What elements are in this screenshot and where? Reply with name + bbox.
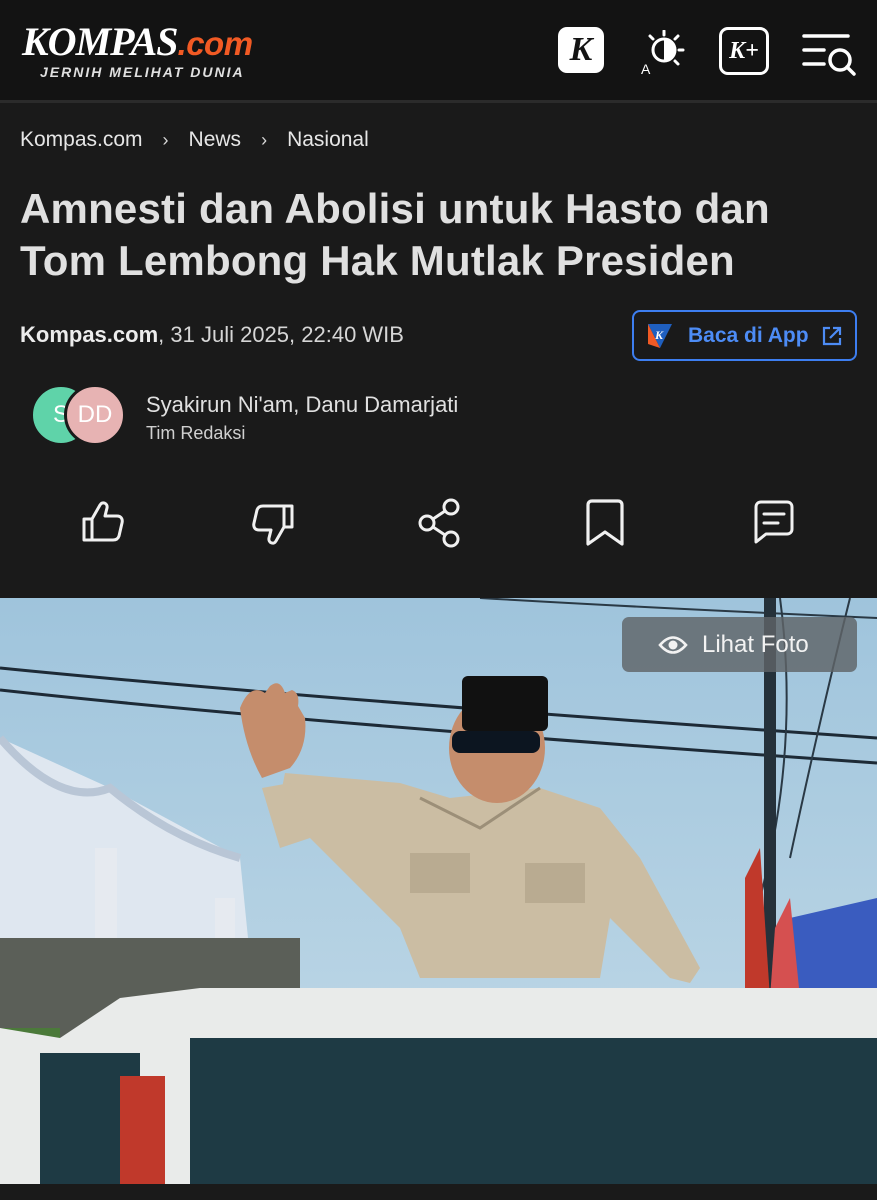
kompas-logo[interactable]: KOMPAS.com JERNIH MELIHAT DUNIA [22, 19, 254, 81]
article-actions [0, 495, 877, 555]
article-date: , 31 Juli 2025, 22:40 WIB [158, 322, 404, 347]
bottom-strip [0, 1184, 877, 1200]
logo-suffix: .com [177, 25, 254, 62]
photo-illustration [0, 598, 877, 1184]
read-in-app-label: Baca di App [688, 323, 809, 347]
chevron-right-icon: › [261, 129, 268, 150]
share-icon[interactable] [415, 495, 463, 551]
view-photo-label: Lihat Foto [702, 630, 809, 658]
kompas-k-icon[interactable]: K [558, 27, 604, 73]
read-in-app-button[interactable]: K Baca di App [632, 310, 857, 361]
breadcrumb-nasional[interactable]: Nasional [287, 128, 369, 152]
breadcrumb-news[interactable]: News [189, 128, 242, 152]
article-meta: Kompas.com, 31 Juli 2025, 22:40 WIB [20, 322, 404, 348]
title-line-1: Amnesti dan Abolisi untuk Hasto dan [20, 185, 770, 232]
avatar[interactable]: DD [64, 384, 126, 446]
logo-main-text: KOMPAS [22, 19, 179, 64]
dislike-icon[interactable] [248, 495, 296, 551]
title-line-2: Tom Lembong Hak Mutlak Presiden [20, 237, 735, 284]
avatar-initial: DD [77, 401, 113, 428]
contrast-icon[interactable]: A [638, 29, 686, 77]
k-label: K [569, 31, 593, 68]
article-source[interactable]: Kompas.com [20, 322, 158, 347]
kompas-plus-icon[interactable]: K+ [719, 27, 769, 75]
eye-icon [658, 635, 688, 654]
author-block: S DD Syakirun Ni'am, Danu Damarjati Tim … [30, 384, 630, 450]
logo-tagline: JERNIH MELIHAT DUNIA [40, 64, 245, 80]
chevron-right-icon: › [162, 129, 169, 150]
article-photo[interactable]: Lihat Foto [0, 598, 877, 1184]
kompas-app-icon: K [648, 323, 672, 348]
article-title: Amnesti dan Abolisi untuk Hasto dan Tom … [20, 183, 840, 287]
svg-text:A: A [641, 61, 651, 76]
author-team: Tim Redaksi [146, 423, 246, 443]
external-link-icon [822, 326, 842, 346]
svg-text:K: K [654, 328, 664, 342]
like-icon[interactable] [80, 495, 128, 551]
top-bar: KOMPAS.com JERNIH MELIHAT DUNIA K A K+ [0, 0, 877, 103]
breadcrumb-home[interactable]: Kompas.com [20, 128, 143, 152]
menu-search-icon[interactable] [802, 30, 858, 76]
breadcrumb: Kompas.com › News › Nasional [20, 128, 369, 152]
bookmark-icon[interactable] [582, 495, 630, 551]
kplus-label: K+ [729, 38, 759, 64]
view-photo-button[interactable]: Lihat Foto [622, 617, 857, 672]
comment-icon[interactable] [750, 495, 798, 551]
author-names[interactable]: Syakirun Ni'am, Danu Damarjati [146, 392, 458, 418]
